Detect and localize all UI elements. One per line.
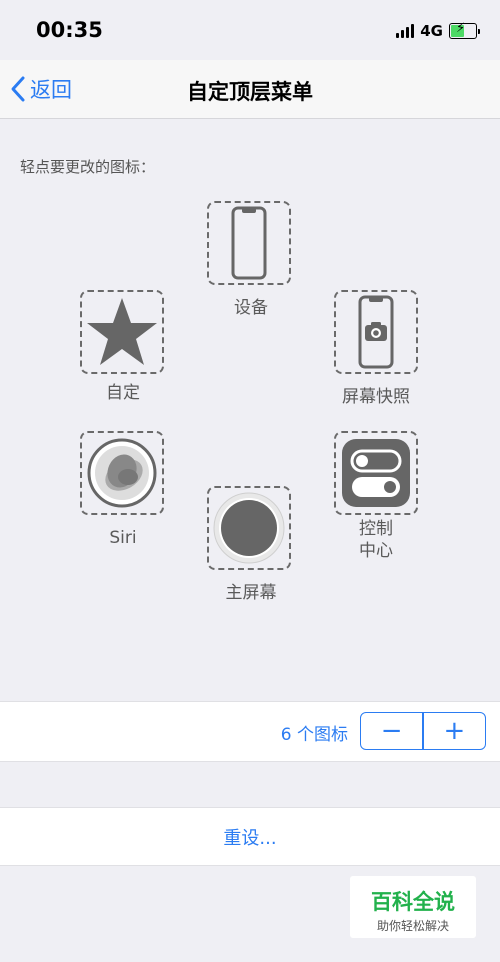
slot-home-label: 主屏幕	[225, 583, 277, 603]
home-button-icon	[213, 492, 285, 564]
page-title: 自定顶层菜单	[187, 80, 313, 104]
slot-control-center-label: 控制 中心	[306, 518, 446, 562]
reset-button[interactable]: 重设...	[0, 807, 500, 866]
back-button[interactable]: 返回	[10, 74, 72, 104]
toggles-icon	[342, 439, 410, 507]
icon-count-row: 6 个图标 − +	[0, 701, 500, 762]
star-icon	[87, 298, 157, 365]
reset-label: 重设...	[223, 827, 277, 849]
chevron-left-icon	[11, 76, 25, 102]
siri-icon	[87, 438, 157, 508]
slot-siri-label: Siri	[109, 528, 137, 548]
nav-bar: 自定顶层菜单 返回	[0, 60, 500, 119]
increment-button[interactable]: +	[424, 713, 485, 749]
camera-phone-icon	[358, 295, 394, 369]
watermark-logo: 百科全说 助你轻松解决	[350, 876, 476, 938]
status-indicators: 4G ⚡	[396, 21, 480, 40]
icon-count-label: 6 个图标	[280, 725, 348, 745]
slot-custom[interactable]	[80, 290, 164, 374]
slot-device-label: 设备	[234, 298, 268, 318]
signal-icon	[396, 24, 415, 38]
slot-home[interactable]	[207, 486, 291, 570]
decrement-button[interactable]: −	[361, 713, 422, 749]
battery-icon: ⚡	[449, 21, 480, 39]
slot-custom-label: 自定	[106, 383, 140, 403]
slot-control-center[interactable]	[334, 431, 418, 515]
slot-siri[interactable]	[80, 431, 164, 515]
instruction-text: 轻点要更改的图标：	[20, 158, 156, 176]
watermark-title: 百科全说	[371, 890, 455, 914]
slot-control-center-label-line2: 中心	[359, 541, 393, 561]
minus-icon: −	[380, 716, 403, 746]
slot-device[interactable]	[207, 201, 291, 285]
watermark-subtitle: 助你轻松解决	[376, 919, 449, 933]
plus-icon: +	[443, 716, 466, 746]
icon-count-stepper: − +	[360, 712, 486, 750]
phone-icon	[231, 206, 267, 280]
slot-screenshot[interactable]	[334, 290, 418, 374]
back-label: 返回	[30, 78, 72, 102]
network-label: 4G	[420, 22, 443, 40]
status-time: 00:35	[36, 18, 103, 42]
slot-control-center-label-line1: 控制	[359, 519, 393, 539]
slot-screenshot-label: 屏幕快照	[342, 387, 410, 407]
